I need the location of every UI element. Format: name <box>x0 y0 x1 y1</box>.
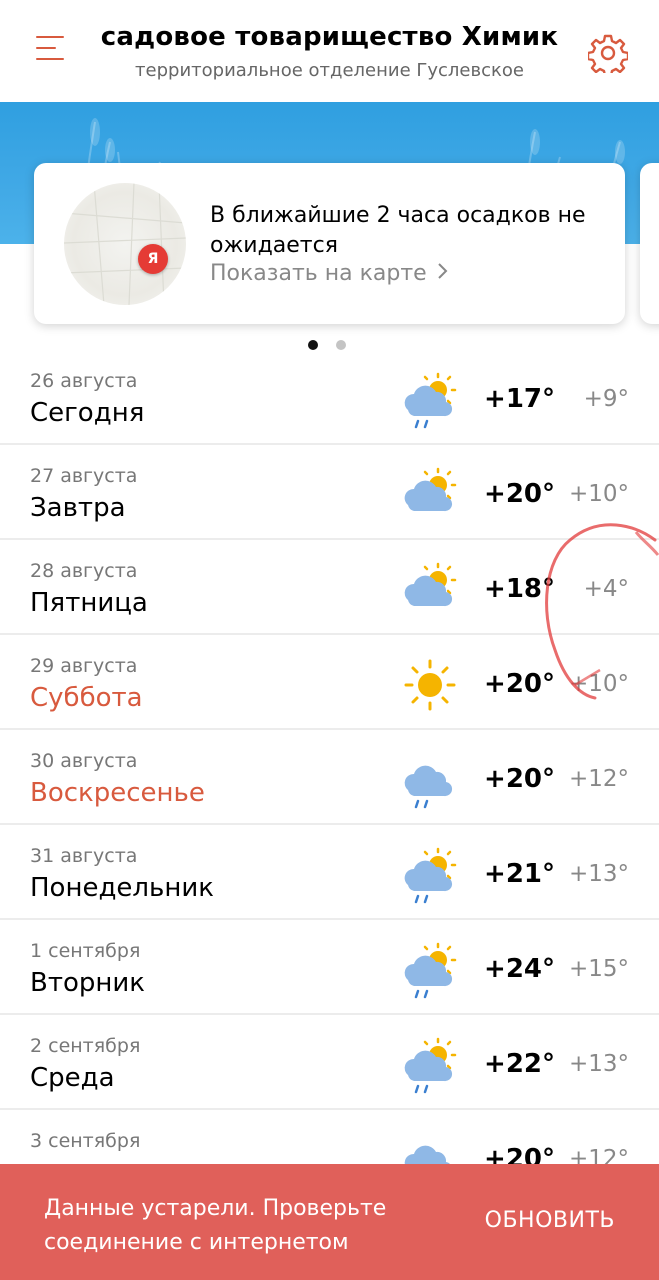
forecast-day-row[interactable]: 31 августа Понедельник +21° +13° <box>0 825 659 920</box>
partly-cloudy-rain-icon <box>400 940 460 1000</box>
min-temperature: +13° <box>568 1051 629 1077</box>
day-date: 29 августа <box>30 655 138 677</box>
day-name: Вторник <box>30 968 145 998</box>
day-name: Завтра <box>30 493 126 523</box>
day-date: 1 сентября <box>30 940 141 962</box>
day-date: 27 августа <box>30 465 138 487</box>
carousel-dot[interactable] <box>336 340 346 350</box>
max-temperature: +20° <box>484 669 555 699</box>
precipitation-card[interactable]: Я В ближайшие 2 часа осадков не ожидаетс… <box>34 163 625 324</box>
gear-icon[interactable] <box>586 33 630 78</box>
partly-cloudy-rain-icon <box>400 845 460 905</box>
map-thumbnail[interactable]: Я <box>64 183 186 305</box>
day-date: 30 августа <box>30 750 138 772</box>
day-name: Пятница <box>30 588 148 618</box>
refresh-button[interactable]: ОБНОВИТЬ <box>485 1208 615 1233</box>
offline-snackbar: Данные устарели. Проверьте соединение с … <box>0 1164 659 1280</box>
cloud-rain-icon <box>400 750 460 810</box>
day-date: 28 августа <box>30 560 138 582</box>
forecast-day-row[interactable]: 26 августа Сегодня +17° +9° <box>0 350 659 445</box>
min-temperature: +4° <box>583 576 629 602</box>
max-temperature: +18° <box>484 574 555 604</box>
min-temperature: +12° <box>568 766 629 792</box>
day-name: Понедельник <box>30 873 214 903</box>
max-temperature: +21° <box>484 859 555 889</box>
min-temperature: +10° <box>568 481 629 507</box>
chevron-right-icon <box>437 261 449 286</box>
forecast-day-row[interactable]: 2 сентября Среда +22° +13° <box>0 1015 659 1110</box>
min-temperature: +9° <box>583 386 629 412</box>
forecast-day-row[interactable]: 29 августа Суббота +20° +10° <box>0 635 659 730</box>
day-name: Среда <box>30 1063 115 1093</box>
day-date: 3 сентября <box>30 1130 141 1152</box>
location-subtitle: территориальное отделение Гуслевское <box>135 60 524 81</box>
precipitation-message: В ближайшие 2 часа осадков не ожидается <box>210 203 586 258</box>
forecast-list: 26 августа Сегодня +17° +9° 27 августа Завтра… <box>0 350 659 1205</box>
day-name: Суббота <box>30 683 143 713</box>
max-temperature: +17° <box>484 384 555 414</box>
forecast-day-row[interactable]: 28 августа Пятница +18° +4° <box>0 540 659 635</box>
day-date: 31 августа <box>30 845 138 867</box>
min-temperature: +13° <box>568 861 629 887</box>
partly-cloudy-icon <box>400 465 460 525</box>
day-date: 2 сентября <box>30 1035 141 1057</box>
max-temperature: +24° <box>484 954 555 984</box>
day-date: 26 августа <box>30 370 138 392</box>
min-temperature: +10° <box>568 671 629 697</box>
show-on-map-link[interactable]: Показать на карте <box>210 261 449 286</box>
day-name: Воскресенье <box>30 778 205 808</box>
sun-icon <box>400 655 460 715</box>
max-temperature: +22° <box>484 1049 555 1079</box>
partly-cloudy-rain-icon <box>400 1035 460 1095</box>
min-temperature: +15° <box>568 956 629 982</box>
forecast-day-row[interactable]: 1 сентября Вторник +24° +15° <box>0 920 659 1015</box>
forecast-day-row[interactable]: 27 августа Завтра +20° +10° <box>0 445 659 540</box>
carousel-indicator <box>308 335 364 350</box>
partly-cloudy-icon <box>400 560 460 620</box>
day-name: Сегодня <box>30 398 145 428</box>
map-pin-icon: Я <box>138 244 168 274</box>
carousel-dot-active[interactable] <box>308 340 318 350</box>
show-on-map-label: Показать на карте <box>210 261 427 286</box>
max-temperature: +20° <box>484 479 555 509</box>
snackbar-message: Данные устарели. Проверьте соединение с … <box>44 1196 387 1255</box>
partly-cloudy-rain-icon <box>400 370 460 430</box>
location-title: садовое товарищество Химик <box>100 22 559 52</box>
max-temperature: +20° <box>484 764 555 794</box>
next-card-peek[interactable] <box>640 163 659 324</box>
app-header: садовое товарищество Химик территориальн… <box>0 0 659 102</box>
hamburger-menu-icon[interactable] <box>36 36 68 68</box>
forecast-day-row[interactable]: 30 августа Воскресенье +20° +12° <box>0 730 659 825</box>
